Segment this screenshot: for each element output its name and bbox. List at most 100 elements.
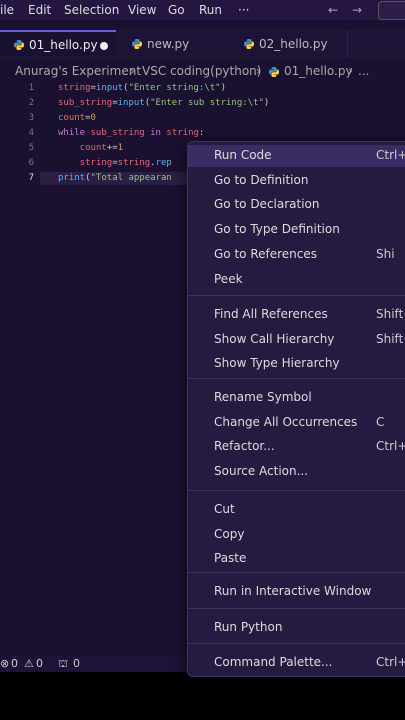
context-menu-item-go-to-declaration[interactable]: Go to Declaration (188, 194, 405, 216)
menu-separator (188, 608, 405, 609)
code-token: count (58, 113, 86, 123)
context-menu-item-rename-symbol[interactable]: Rename Symbol (188, 387, 405, 409)
menu-item-shortcut: Ctrl+S (376, 439, 405, 454)
menu-item-label: Find All References (214, 307, 328, 321)
context-menu-item-peek[interactable]: Peek (188, 269, 405, 291)
back-arrow-icon[interactable]: ← (328, 3, 338, 17)
code-token: input (117, 98, 145, 108)
python-file-icon (269, 67, 279, 77)
context-menu-item-go-to-type-definition[interactable]: Go to Type Definition (188, 219, 405, 241)
breadcrumb-file[interactable]: 01_hello.py (284, 64, 353, 78)
code-token: sub_string (90, 128, 145, 138)
context-menu-item-change-all-occurrences[interactable]: Change All Occurrences C (188, 412, 405, 434)
code-token: string (79, 158, 113, 168)
context-menu-item-paste[interactable]: Paste (188, 548, 405, 570)
error-count: 0 (11, 657, 18, 670)
error-icon[interactable]: ⊗ (0, 657, 9, 670)
tab-label: 01_hello.py (29, 38, 98, 52)
menu-more[interactable]: ··· (238, 3, 249, 17)
code-token: rep (155, 158, 172, 168)
menu-item-label: Copy (214, 526, 245, 541)
code-token: : (198, 128, 205, 138)
context-menu-item-show-call-hierarchy[interactable]: Show Call Hierarchy Shift+ (188, 329, 405, 351)
menu-selection[interactable]: Selection (64, 3, 119, 17)
code-token: "Total appearan (90, 173, 172, 183)
breadcrumb-subfolder[interactable]: VSC coding(python) (142, 64, 261, 78)
command-center-search[interactable] (378, 1, 405, 20)
code-token: 1 (117, 143, 124, 153)
python-file-icon (132, 39, 142, 49)
ports-icon[interactable]: ⛫ (58, 657, 68, 672)
menu-separator (188, 295, 405, 296)
context-menu-item-run-python[interactable]: Run Python (188, 617, 405, 639)
context-menu-item-source-action[interactable]: Source Action... (188, 461, 405, 483)
code-line: sub_string=input("Enter sub string:\t") (58, 98, 269, 108)
menu-item-shortcut: Shift+A (376, 307, 405, 321)
warning-count: 0 (36, 657, 43, 670)
code-token: in (150, 128, 161, 138)
unsaved-dot-icon (100, 42, 108, 50)
menu-item-label: Go to References (214, 246, 317, 261)
menu-item-label: Show Call Hierarchy (214, 331, 335, 346)
context-menu-item-command-palette[interactable]: Command Palette... Ctrl+S (188, 652, 405, 674)
menu-file[interactable]: ile (0, 3, 14, 17)
code-token: input (95, 83, 124, 93)
context-menu-item-run-code[interactable]: Run Code Ctrl+ (188, 145, 405, 167)
warning-icon[interactable]: ⚠ (24, 657, 34, 670)
forward-arrow-icon[interactable]: → (352, 3, 362, 17)
menu-view[interactable]: View (128, 3, 156, 17)
menu-item-label: Run in Interactive Window (214, 584, 372, 598)
code-token: "Enter string:\t" (128, 83, 221, 93)
code-token: ) (263, 98, 270, 108)
menu-item-shortcut: Shi (376, 246, 395, 261)
tab-01-hello[interactable]: 01_hello.py (0, 30, 116, 56)
menu-item-label: Show Type Hierarchy (214, 356, 340, 371)
code-token: string (58, 83, 91, 93)
context-menu-item-refactor[interactable]: Refactor... Ctrl+S (188, 436, 405, 458)
code-line: count+=1 (58, 143, 123, 153)
code-token: count (79, 143, 107, 153)
breadcrumb-folder[interactable]: Anurag's Experiment (15, 64, 141, 78)
context-menu-item-go-to-references[interactable]: Go to References Shi (188, 244, 405, 266)
code-line: count=0 (58, 113, 96, 123)
menu-go[interactable]: Go (168, 3, 185, 17)
menu-item-label: Cut (214, 502, 235, 516)
context-menu-item-cut[interactable]: Cut (188, 499, 405, 521)
line-number: 5 (28, 143, 34, 153)
breadcrumb-more[interactable]: ... (358, 64, 369, 78)
python-file-icon (14, 40, 24, 50)
menu-item-label: Command Palette... (214, 655, 333, 669)
code-token: string (166, 128, 199, 138)
tab-new[interactable]: new.py (116, 30, 230, 58)
menu-item-shortcut: Ctrl+ (376, 148, 405, 162)
context-menu-item-show-type-hierarchy[interactable]: Show Type Hierarchy (188, 353, 405, 375)
menu-item-label: Go to Definition (214, 172, 309, 187)
code-token: ) (220, 83, 226, 93)
code-line: print("Total appearan (58, 173, 172, 183)
menu-item-label: Run Python (214, 620, 283, 634)
menu-edit[interactable]: Edit (28, 3, 51, 17)
context-menu-item-find-all-references[interactable]: Find All References Shift+A (188, 304, 405, 326)
code-line: string=string.rep (58, 158, 172, 168)
code-line: while sub_string in string: (58, 128, 204, 138)
code-line: string=input("Enter string:\t") (58, 83, 226, 93)
tab-02-hello[interactable]: 02_hello.py (230, 30, 348, 58)
menu-run[interactable]: Run (199, 3, 222, 17)
menu-item-label: Change All Occurrences (214, 414, 358, 429)
menu-item-label: Peek (214, 271, 243, 286)
code-token: sub_string (58, 98, 113, 108)
context-menu-item-copy[interactable]: Copy (188, 524, 405, 546)
line-number: 1 (28, 83, 34, 93)
line-number: 4 (28, 128, 34, 138)
code-token: string (117, 158, 151, 168)
menu-item-label: Rename Symbol (214, 390, 312, 404)
tab-bar: 01_hello.py new.py 02_hello.py (0, 30, 405, 58)
context-menu-item-go-to-definition[interactable]: Go to Definition (188, 170, 405, 192)
ports-count: 0 (73, 657, 80, 670)
context-menu-item-run-in-interactive-window[interactable]: Run in Interactive Window (188, 581, 405, 603)
chevron-right-icon: › (130, 64, 135, 78)
menu-separator (188, 490, 405, 491)
context-menu: Run Code Ctrl+ Go to Definition Go to Decla… (187, 141, 405, 677)
